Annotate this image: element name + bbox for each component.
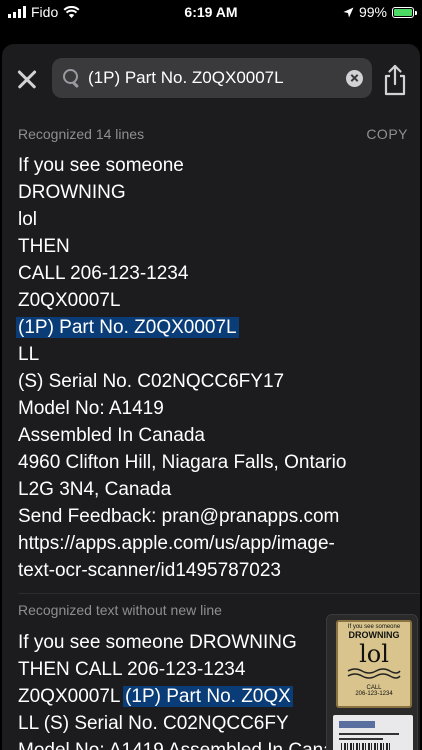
search-match-highlight: (1P) Part No. Z0QX0007L xyxy=(16,317,239,338)
battery-icon xyxy=(392,6,417,18)
search-icon xyxy=(62,68,82,88)
recognized-line: CALL 206-123-1234 xyxy=(18,263,189,284)
section-divider xyxy=(18,593,420,594)
section-header-lines: Recognized 14 lines COPY xyxy=(18,126,408,144)
results-sheet: (1P) Part No. Z0QX0007L Recognized 14 li… xyxy=(2,44,420,750)
recognized-line: 4960 Clifton Hill, Niagara Falls, Ontari… xyxy=(18,452,347,473)
clear-search-icon[interactable] xyxy=(346,69,363,87)
recognized-line: LL xyxy=(18,344,40,365)
copy-button[interactable]: COPY xyxy=(366,126,408,142)
recognized-lines-label: Recognized 14 lines xyxy=(18,126,145,142)
recognized-line: Z0QX0007L xyxy=(18,290,121,311)
drowning-sign-photo: If you see someone DROWNING lol CALL 206… xyxy=(336,620,412,708)
recognized-line: If you see someone xyxy=(18,155,184,176)
label-line xyxy=(339,733,399,735)
recognized-line: Send Feedback: pran@pranapps.com xyxy=(18,506,340,527)
product-label-photo xyxy=(333,715,413,750)
recognized-no-newline-label: Recognized text without new line xyxy=(18,602,222,618)
waves-icon xyxy=(347,668,401,679)
recognized-line: https://apps.apple.com/us/app/image- xyxy=(18,533,335,554)
recognized-line: THEN xyxy=(18,236,70,257)
recognized-line: (S) Serial No. C02NQCC6FY17 xyxy=(18,371,285,392)
search-match-highlight: (1P) Part No. Z0QX xyxy=(123,686,293,707)
recognized-line: Model No: A1419 xyxy=(18,398,164,419)
search-field[interactable]: (1P) Part No. Z0QX0007L xyxy=(52,58,372,98)
recognized-line: L2G 3N4, Canada xyxy=(18,479,172,500)
label-line xyxy=(339,738,383,740)
battery-percent: 99% xyxy=(358,4,387,20)
barcode xyxy=(341,743,391,750)
sign-text: DROWNING xyxy=(348,630,400,640)
label-strip xyxy=(339,721,375,728)
recognized-lines-list: If you see someone DROWNING lol THEN CALL 20… xyxy=(16,152,418,584)
sign-text: 206-123-1234 xyxy=(355,691,393,697)
recognized-line: DROWNING xyxy=(18,182,126,203)
source-image-thumbnail[interactable]: If you see someone DROWNING lol CALL 206… xyxy=(326,614,418,750)
close-button[interactable] xyxy=(14,66,40,92)
text-segment: Z0QX0007L xyxy=(18,686,126,707)
battery-level xyxy=(394,8,412,16)
search-query[interactable]: (1P) Part No. Z0QX0007L xyxy=(88,68,346,88)
recognized-line: (1P) Part No. Z0QX0007L xyxy=(16,314,418,341)
recognized-line: text-ocr-scanner/id1495787023 xyxy=(18,560,282,581)
share-icon[interactable] xyxy=(380,64,410,96)
status-right: 99% xyxy=(343,4,417,20)
location-arrow-icon xyxy=(343,7,354,17)
top-bar: (1P) Part No. Z0QX0007L xyxy=(2,44,420,116)
status-bar: Fido 6:19 AM 99% xyxy=(0,0,422,26)
sign-text: lol xyxy=(359,640,389,668)
recognized-line: lol xyxy=(18,209,38,230)
recognized-line: Assembled In Canada xyxy=(18,425,205,446)
